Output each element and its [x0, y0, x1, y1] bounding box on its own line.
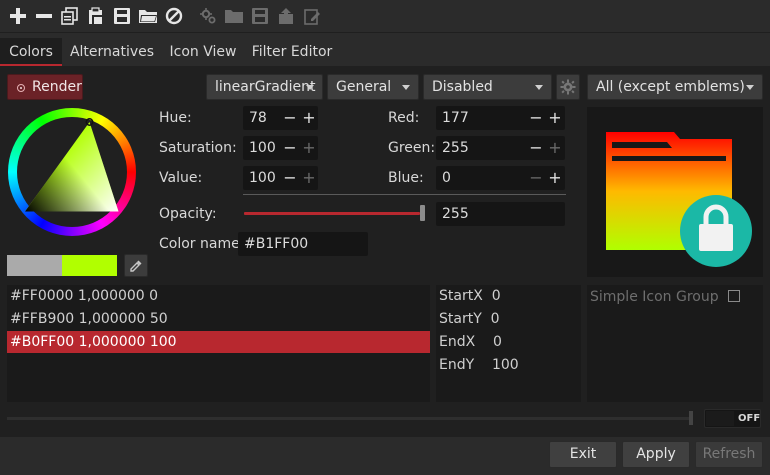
render-button[interactable]: Render	[7, 74, 83, 100]
opacity-slider[interactable]	[244, 212, 420, 215]
chevron-down-icon	[535, 85, 543, 90]
hue-decrement-button[interactable]: −	[283, 108, 297, 128]
blue-label: Blue:	[388, 170, 424, 186]
green-field[interactable]: 255	[436, 136, 565, 160]
toggle-knob	[706, 411, 734, 426]
green-value: 255	[442, 140, 469, 156]
exit-button[interactable]: Exit	[549, 441, 617, 468]
tab-filter-editor[interactable]: Filter Editor	[248, 38, 336, 66]
red-field[interactable]: 177	[436, 106, 565, 130]
color-name-label: Color name:	[159, 236, 245, 252]
value-decrement-button[interactable]: −	[283, 168, 297, 188]
state-value: Disabled	[432, 79, 493, 95]
tab-colors[interactable]: Colors	[0, 38, 62, 66]
value-label: Value:	[159, 170, 203, 186]
tab-alternatives[interactable]: Alternatives	[66, 38, 158, 66]
copy-icon[interactable]	[60, 6, 80, 26]
toggle-label: OFF	[738, 413, 761, 424]
export-disabled-icon	[276, 6, 296, 26]
coord-end-y[interactable]: EndY 100	[439, 354, 519, 376]
green-increment-button[interactable]: +	[548, 138, 562, 158]
hue-value: 78	[249, 110, 267, 126]
color-name-field[interactable]: #B1FF00	[238, 232, 368, 256]
opacity-field[interactable]: 255	[436, 202, 565, 226]
save-icon[interactable]	[112, 6, 132, 26]
simple-icon-group-checkbox[interactable]	[728, 290, 740, 302]
current-color-swatch	[62, 255, 117, 276]
save-disabled-icon	[250, 6, 270, 26]
category-select[interactable]: General	[327, 74, 419, 100]
color-picker-button[interactable]	[124, 254, 148, 277]
open-folder-icon[interactable]	[138, 6, 158, 26]
block-icon[interactable]	[164, 6, 184, 26]
list-item[interactable]: #FF0000 1,000000 0	[7, 285, 430, 307]
red-label: Red:	[388, 110, 420, 126]
paste-icon[interactable]	[86, 6, 106, 26]
scope-select[interactable]: All (except emblems)	[587, 74, 763, 100]
hue-increment-button[interactable]: +	[302, 108, 316, 128]
chevron-down-icon	[746, 85, 754, 90]
chevron-down-icon	[306, 85, 314, 90]
scrollbar-handle[interactable]	[689, 411, 693, 425]
color-wheel[interactable]	[7, 107, 137, 237]
minus-icon[interactable]	[34, 6, 54, 26]
state-select[interactable]: Disabled	[423, 74, 552, 100]
category-value: General	[336, 79, 392, 95]
chevron-down-icon	[402, 85, 410, 90]
refresh-button[interactable]: Refresh	[695, 441, 763, 468]
gradient-type-select[interactable]: linearGradient	[206, 74, 323, 100]
apply-button[interactable]: Apply	[622, 441, 690, 468]
render-label: Render	[32, 79, 82, 95]
plus-icon[interactable]	[8, 6, 28, 26]
off-toggle[interactable]: OFF	[704, 409, 761, 428]
hue-label: Hue:	[159, 110, 192, 126]
folder-lock-icon	[606, 132, 752, 267]
color-name-value: #B1FF00	[244, 236, 309, 252]
value-value: 100	[249, 170, 276, 186]
saturation-increment-button[interactable]: +	[302, 138, 316, 158]
opacity-label: Opacity:	[159, 206, 217, 222]
tab-bar: Colors Alternatives Icon View Filter Edi…	[0, 38, 770, 66]
gradient-type-value: linearGradient	[215, 79, 316, 95]
settings-disabled-icon	[198, 6, 218, 26]
previous-color-swatch	[7, 255, 62, 276]
saturation-decrement-button[interactable]: −	[283, 138, 297, 158]
horizontal-scrollbar[interactable]	[7, 417, 692, 420]
folder-disabled-icon	[224, 6, 244, 26]
opacity-slider-handle[interactable]	[420, 205, 425, 221]
blue-field[interactable]: 0	[436, 166, 565, 190]
radio-dot-icon	[17, 84, 25, 92]
scope-value: All (except emblems)	[596, 79, 745, 95]
blue-decrement-button[interactable]: −	[529, 168, 543, 188]
blue-value: 0	[442, 170, 451, 186]
saturation-label: Saturation:	[159, 140, 237, 156]
edit-disabled-icon	[302, 6, 322, 26]
eyedropper-icon	[130, 260, 142, 272]
opacity-value: 255	[442, 206, 469, 222]
simple-icon-group-label: Simple Icon Group	[590, 289, 719, 305]
separator	[243, 194, 566, 195]
blue-increment-button[interactable]: +	[548, 168, 562, 188]
red-value: 177	[442, 110, 469, 126]
saturation-value: 100	[249, 140, 276, 156]
tab-icon-view[interactable]: Icon View	[164, 38, 242, 66]
list-item[interactable]: #FFB900 1,000000 50	[7, 308, 430, 330]
red-decrement-button[interactable]: −	[529, 108, 543, 128]
gradient-stops-list: #FF0000 1,000000 0 #FFB900 1,000000 50 #…	[7, 285, 430, 402]
icon-preview	[587, 107, 763, 277]
gear-button[interactable]	[556, 74, 580, 100]
red-increment-button[interactable]: +	[548, 108, 562, 128]
green-label: Green:	[388, 140, 436, 156]
toolbar	[0, 0, 770, 33]
value-increment-button[interactable]: +	[302, 168, 316, 188]
gradient-coords-list: StartX 0 StartY 0 EndX 0 EndY 100	[436, 285, 581, 402]
gear-icon	[560, 79, 576, 95]
list-item[interactable]: #B0FF00 1,000000 100	[7, 331, 430, 353]
coord-end-x[interactable]: EndX 0	[439, 331, 502, 353]
coord-start-y[interactable]: StartY 0	[439, 308, 500, 330]
green-decrement-button[interactable]: −	[529, 138, 543, 158]
coord-start-x[interactable]: StartX 0	[439, 285, 501, 307]
